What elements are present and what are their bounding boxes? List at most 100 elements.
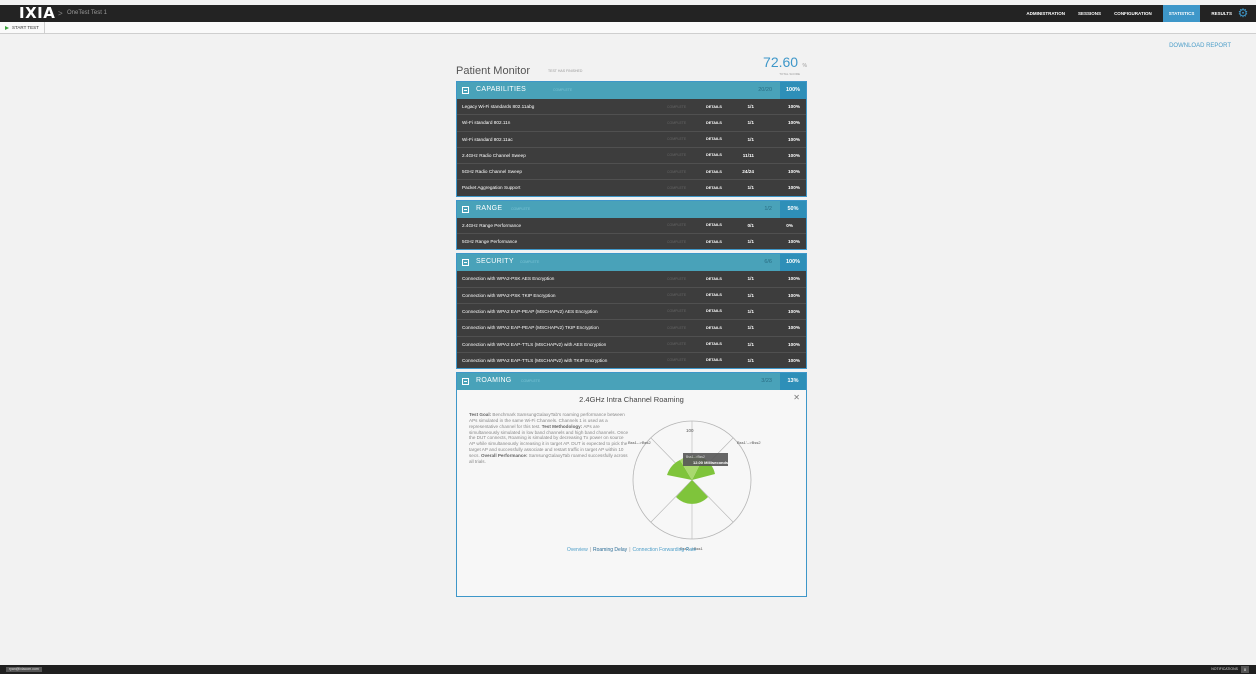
table-row: Connection with WPA2-PSK TKIP Encryption…	[457, 286, 806, 303]
test-percent: 100%	[788, 104, 800, 109]
test-count: 24/24	[742, 169, 754, 175]
table-row: Legacy Wi-Fi standards 802.11abg COMPLET…	[457, 99, 806, 115]
nav-results[interactable]: RESULTS	[1209, 5, 1234, 22]
radar-sector-bss2-bss1[interactable]	[676, 480, 708, 505]
table-row: Packet Aggregation Support COMPLETE DETA…	[457, 179, 806, 196]
details-link[interactable]: DETAILS	[706, 293, 722, 297]
section-name: ROAMING	[476, 377, 512, 385]
notifications-count-badge[interactable]: 0	[1241, 666, 1249, 673]
table-row: Connection with WPA2 EAP-TTLS (MSCHAPv2)…	[457, 335, 806, 352]
details-link[interactable]: DETAILS	[706, 186, 722, 190]
test-status: TEST HAS FINISHED	[548, 69, 583, 73]
details-link[interactable]: DETAILS	[706, 277, 722, 281]
close-icon[interactable]: ✕	[793, 393, 800, 402]
status-bar: ryan@ixiacom.com NOTIFICATIONS 0	[0, 665, 1256, 674]
link-connection-forwarding-rate[interactable]: Connection Forwarding Rate	[633, 547, 697, 553]
test-state: COMPLETE	[667, 309, 687, 314]
details-link[interactable]: DETAILS	[706, 170, 722, 174]
test-name: 2.4GHz Radio Channel Sweep	[462, 152, 526, 158]
axis-label-bss1-bss2: Bss1-->Bss2	[628, 440, 652, 445]
test-count: 1/1	[747, 276, 754, 282]
test-count: 1/1	[747, 308, 754, 314]
details-link[interactable]: DETAILS	[706, 105, 722, 109]
test-percent: 100%	[788, 357, 800, 363]
user-account[interactable]: ryan@ixiacom.com	[6, 667, 42, 672]
page-title: Patient Monitor	[456, 65, 530, 77]
table-row: 5GHz Range Performance COMPLETE DETAILS …	[457, 233, 806, 250]
breadcrumb[interactable]: OneTest Test 1	[67, 10, 107, 16]
section-name: RANGE	[476, 204, 503, 212]
goal-label: Test Goal:	[469, 412, 492, 418]
table-row: Connection with WPA2 EAP-TTLS (MSCHAPv2)…	[457, 351, 806, 369]
collapse-icon[interactable]	[462, 378, 469, 386]
section-header-roaming[interactable]: ROAMING COMPLETE 3/23 13%	[457, 373, 806, 391]
test-state: COMPLETE	[667, 153, 687, 158]
link-overview[interactable]: Overview	[567, 547, 588, 553]
details-link[interactable]: DETAILS	[706, 153, 722, 157]
test-name: Connection with WPA2 EAP-TTLS (MSCHAPv2)…	[462, 341, 607, 347]
test-percent: 100%	[788, 292, 800, 298]
link-separator: |	[589, 547, 591, 554]
section-state: COMPLETE	[511, 206, 531, 211]
collapse-icon[interactable]	[462, 259, 469, 267]
test-name: Connection with WPA2 EAP-TTLS (MSCHAPv2)…	[462, 357, 608, 363]
report-main: Patient Monitor TEST HAS FINISHED 72.60 …	[456, 54, 807, 600]
details-link[interactable]: DETAILS	[706, 137, 722, 141]
section-count: 20/20	[758, 87, 772, 93]
details-link[interactable]: DETAILS	[706, 121, 722, 125]
details-link[interactable]: DETAILS	[706, 240, 722, 244]
section-header-capabilities[interactable]: CAPABILITIES COMPLETE 20/20 100%	[457, 82, 806, 99]
test-name: Packet Aggregation Support	[462, 185, 521, 191]
test-count: 1/1	[747, 325, 754, 331]
section-percent: 13%	[780, 373, 806, 391]
test-name: Connection with WPA2 EAP-PEAP (MSCHAPv2)…	[462, 308, 598, 314]
details-link[interactable]: DETAILS	[706, 326, 722, 330]
download-report-link[interactable]: DOWNLOAD REPORT	[1169, 43, 1231, 49]
section-roaming: ROAMING COMPLETE 3/23 13% 2.4GHz Intra C…	[456, 372, 807, 598]
table-row: Wi-Fi standard 802.11n COMPLETE DETAILS …	[457, 114, 806, 131]
ixia-logo[interactable]: IXIA	[19, 5, 55, 22]
test-state: COMPLETE	[667, 185, 687, 190]
roaming-delay-radar-chart: 100 Bss1-->Bss2 Bss1'-->Bss2 Bss2-->Bss1…	[628, 420, 761, 551]
link-roaming-delay[interactable]: Roaming Delay	[593, 547, 627, 553]
collapse-icon[interactable]	[462, 205, 469, 213]
nav-administration[interactable]: ADMINISTRATION	[1024, 5, 1067, 22]
test-count: 11/11	[742, 152, 754, 158]
total-score: 72.60 % TOTAL SCORE	[763, 54, 807, 76]
section-percent: 100%	[780, 82, 806, 99]
test-count: 1/1	[747, 341, 754, 347]
test-state: COMPLETE	[667, 358, 687, 363]
details-link[interactable]: DETAILS	[706, 358, 722, 362]
details-link[interactable]: DETAILS	[706, 342, 722, 346]
section-percent: 100%	[780, 254, 806, 272]
range-rows: 2.4GHz Range Performance COMPLETE DETAIL…	[457, 217, 806, 250]
nav-sessions[interactable]: SESSIONS	[1076, 5, 1103, 22]
test-count: 1/1	[747, 292, 754, 298]
test-state: COMPLETE	[667, 342, 687, 347]
start-test-button[interactable]: START TEST	[0, 22, 45, 33]
axis-label-bss1p-bss2: Bss1'-->Bss2	[737, 440, 761, 445]
test-count: 1/1	[747, 185, 754, 191]
nav-configuration[interactable]: CONFIGURATION	[1112, 5, 1154, 22]
notifications-label[interactable]: NOTIFICATIONS	[1211, 667, 1238, 672]
tooltip-value: 12.00 Milliseconds	[693, 460, 729, 465]
radar-max-label: 100	[686, 428, 694, 433]
collapse-icon[interactable]	[462, 87, 469, 94]
test-percent: 100%	[788, 276, 800, 282]
test-percent: 0%	[786, 222, 793, 228]
test-state: COMPLETE	[667, 276, 687, 281]
nav-statistics[interactable]: STATISTICS	[1162, 5, 1201, 22]
test-count: 1/1	[747, 136, 754, 142]
section-count: 6/6	[764, 259, 772, 266]
test-percent: 100%	[788, 185, 800, 191]
details-link[interactable]: DETAILS	[706, 309, 722, 313]
test-count: 1/1	[747, 239, 754, 245]
section-name: CAPABILITIES	[476, 86, 527, 93]
section-header-security[interactable]: SECURITY COMPLETE 6/6 100%	[457, 254, 806, 272]
details-link[interactable]: DETAILS	[706, 223, 722, 227]
test-state: COMPLETE	[667, 104, 687, 109]
test-count: 1/1	[747, 120, 754, 126]
section-header-range[interactable]: RANGE COMPLETE 1/2 50%	[457, 200, 806, 218]
gear-icon[interactable]: ⚙	[1237, 7, 1249, 19]
test-state: COMPLETE	[667, 239, 687, 244]
